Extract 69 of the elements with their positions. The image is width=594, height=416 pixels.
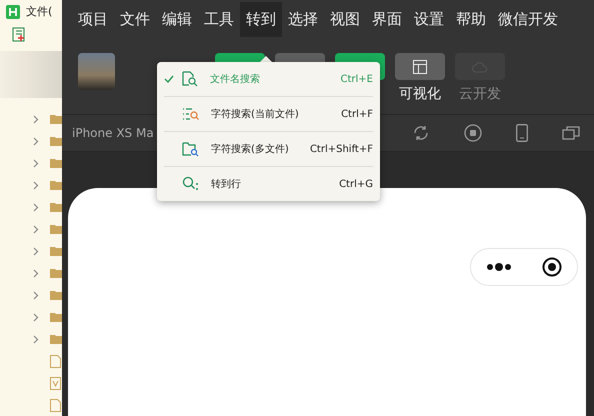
checked-file-icon[interactable]	[50, 376, 61, 390]
folder-icon[interactable]	[50, 268, 62, 278]
toolbar-label: 可视化	[399, 85, 441, 103]
menu-item[interactable]: 选择	[282, 2, 324, 36]
option-label: 字符搜索(当前文件)	[211, 108, 300, 121]
folder-icon[interactable]	[50, 312, 62, 322]
menu-option[interactable]: 字符搜索(多文件) Ctrl+Shift+F	[164, 132, 373, 167]
file-search-icon	[182, 71, 198, 87]
folder-icon[interactable]	[50, 180, 62, 190]
file-icon[interactable]	[50, 354, 61, 368]
more-icon[interactable]	[486, 263, 512, 271]
shortcut-label: Ctrl+E	[340, 74, 373, 84]
option-label: 字符搜索(多文件)	[211, 142, 290, 156]
layout-icon	[413, 60, 427, 74]
toolbar-label: 云开发	[459, 85, 501, 103]
phone-icon[interactable]	[516, 124, 528, 142]
sidebar-title: 文件(	[26, 4, 52, 19]
capsule-button[interactable]	[470, 248, 578, 286]
folder-icon[interactable]	[50, 114, 62, 124]
chevron-icon[interactable]	[33, 246, 39, 256]
folder-icon[interactable]	[50, 158, 62, 168]
target-icon[interactable]	[542, 257, 562, 277]
menu-item[interactable]: 工具	[198, 2, 240, 36]
folder-icon[interactable]	[50, 246, 62, 256]
chevron-icon[interactable]	[33, 114, 39, 124]
folder-icon[interactable]	[50, 290, 62, 300]
menu-item[interactable]: 界面	[366, 2, 408, 36]
chevron-icon[interactable]	[33, 334, 39, 344]
chevron-icon[interactable]	[33, 136, 39, 146]
shortcut-label: Ctrl+G	[339, 178, 373, 190]
folder-icon[interactable]	[50, 136, 62, 146]
menu-item[interactable]: 文件	[114, 2, 156, 36]
menu-item[interactable]: 帮助	[450, 2, 492, 36]
file-icon[interactable]	[50, 398, 61, 412]
device-name[interactable]: iPhone XS Ma	[72, 126, 154, 140]
folder-icon[interactable]	[50, 202, 62, 212]
logo-icon	[6, 4, 20, 18]
menu-item[interactable]: 视图	[324, 2, 366, 36]
menu-option[interactable]: 转到行 Ctrl+G	[164, 167, 373, 201]
chevron-icon[interactable]	[33, 180, 39, 190]
refresh-icon[interactable]	[412, 124, 430, 142]
chevron-icon[interactable]	[33, 312, 39, 322]
stop-icon[interactable]	[464, 124, 482, 142]
photo-placeholder[interactable]	[78, 53, 115, 90]
menu-item[interactable]: 设置	[408, 2, 450, 36]
folder-icon[interactable]	[50, 334, 62, 344]
shortcut-label: Ctrl+Shift+F	[310, 144, 373, 154]
search-icon	[182, 176, 199, 192]
option-label: 文件名搜索	[210, 72, 261, 86]
folder-icon[interactable]	[50, 224, 62, 234]
menu-item[interactable]: 微信开发	[492, 2, 564, 36]
menu-item[interactable]: 编辑	[156, 2, 198, 36]
blurred-area	[0, 51, 62, 98]
windows-icon[interactable]	[562, 125, 580, 141]
chevron-icon[interactable]	[33, 158, 39, 168]
menu-option[interactable]: 字符搜索(当前文件) Ctrl+F	[164, 97, 373, 132]
chevron-icon[interactable]	[33, 202, 39, 212]
chevron-icon[interactable]	[33, 268, 39, 278]
option-label: 转到行	[211, 178, 242, 191]
folder-search-icon	[182, 141, 199, 157]
menu-item[interactable]: 转到	[240, 2, 282, 36]
toolbar-button[interactable]	[395, 53, 445, 80]
chevron-icon[interactable]	[33, 290, 39, 300]
new-file-icon[interactable]	[12, 27, 26, 43]
shortcut-label: Ctrl+F	[341, 108, 373, 120]
check-icon	[164, 75, 174, 83]
chevron-icon[interactable]	[33, 224, 39, 234]
text-search-icon	[182, 106, 199, 122]
menu-item[interactable]: 项目	[72, 2, 114, 36]
